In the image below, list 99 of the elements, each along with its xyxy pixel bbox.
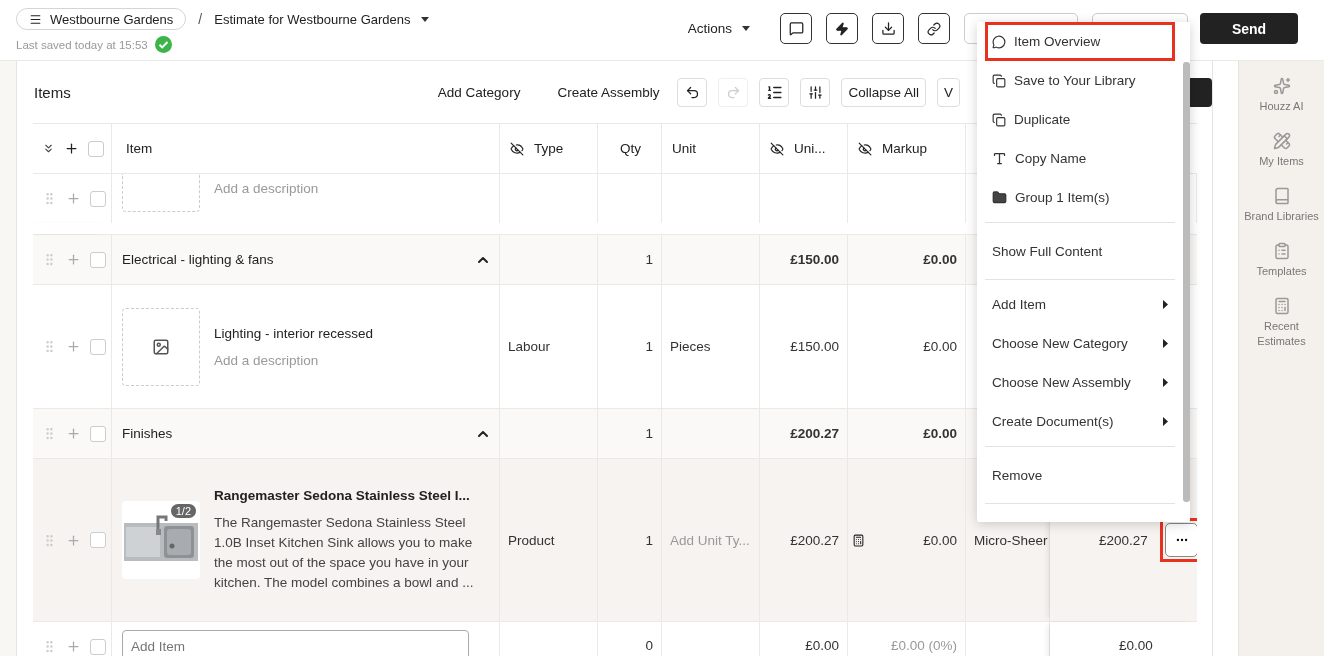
image-placeholder[interactable] [122, 307, 200, 386]
category-name: Finishes [122, 426, 173, 441]
column-header[interactable]: Type [534, 141, 564, 156]
collapse-icon[interactable] [42, 142, 55, 155]
menu-item[interactable]: Item Overview [985, 22, 1175, 61]
speech-bubble-icon [992, 34, 1006, 49]
toolbar-button[interactable]: V [937, 77, 960, 107]
markup-cell: £0.00 [923, 532, 957, 548]
project-button[interactable]: Westbourne Gardens [16, 8, 187, 30]
submenu-arrow-icon [1163, 339, 1168, 348]
sidebar-item[interactable]: My Items [1241, 132, 1322, 169]
submenu-arrow-icon [1163, 300, 1168, 309]
column-header[interactable]: Qty [620, 141, 641, 156]
column-header[interactable]: Unit [672, 141, 696, 156]
qty-cell: 1 [645, 532, 653, 548]
checkbox[interactable] [90, 532, 106, 548]
submenu-arrow-icon [1163, 378, 1168, 387]
sliders-button[interactable] [800, 77, 831, 107]
toolbar-button[interactable]: Collapse All [841, 77, 926, 107]
calculator-icon[interactable] [852, 533, 865, 547]
save-status: Last saved today at 15:53 [16, 38, 148, 51]
type-cell: Labour [508, 339, 551, 354]
markup-cell: £0.00 (0%) [890, 638, 957, 653]
image-icon [152, 337, 170, 356]
qty-cell: 1 [645, 339, 653, 354]
calculator-icon [1272, 297, 1291, 315]
eye-off-icon[interactable] [770, 141, 784, 156]
breadcrumb-separator: / [198, 11, 203, 27]
column-header[interactable]: Uni... [794, 141, 826, 156]
text-icon [992, 151, 1007, 166]
add-item-field[interactable]: Add Item [122, 630, 469, 656]
download-icon [880, 21, 896, 36]
book-icon [1272, 187, 1291, 205]
line-spacing-button[interactable] [759, 77, 790, 107]
qty-cell: 0 [645, 638, 653, 653]
download-button[interactable] [872, 13, 904, 44]
checkbox[interactable] [90, 251, 106, 268]
markup-cell: £0.00 [923, 252, 957, 267]
markup-cell: £0.00 [923, 339, 957, 354]
sidebar-item[interactable]: Brand Libraries [1241, 187, 1322, 224]
copy-icon [992, 112, 1006, 127]
caret-icon [742, 26, 750, 31]
actions-dropdown[interactable]: Actions [681, 20, 756, 37]
checkbox[interactable] [90, 190, 106, 207]
send-button[interactable]: Send [1200, 13, 1298, 44]
sidebar-item[interactable]: Recent Estimates [1241, 297, 1322, 349]
sparkles-icon [1272, 77, 1291, 95]
checkbox[interactable] [90, 338, 106, 355]
qty-cell: 1 [645, 252, 653, 267]
menu-icon [29, 12, 42, 26]
checkbox[interactable] [90, 638, 106, 655]
total-cell: £200.27 [1099, 532, 1148, 548]
sliders-icon [807, 84, 823, 100]
selected-row[interactable] [33, 459, 1197, 622]
document-dropdown[interactable]: Estimate for Westbourne Gardens [214, 11, 429, 27]
comment-button[interactable] [780, 13, 812, 44]
section-title: Items [34, 83, 72, 101]
eye-off-icon[interactable] [858, 141, 872, 156]
type-cell: Product [508, 532, 555, 548]
unit-price-cell: £0.00 [805, 638, 839, 653]
line-spacing-icon [765, 83, 783, 101]
unit-price-cell: £200.27 [790, 426, 839, 441]
markup-cell: £0.00 [923, 426, 957, 441]
qty-cell: 1 [645, 426, 653, 441]
unit-price-cell: £150.00 [790, 252, 839, 267]
column-header[interactable]: Markup [882, 141, 927, 156]
eye-off-icon[interactable] [510, 141, 524, 156]
clipboard-icon [1272, 242, 1291, 260]
copy-icon [992, 73, 1006, 88]
item-description: The Rangemaster Sedona Stainless Steel 1.0B Inset Kitchen Sink allows you to make the most out of the space you have in your kitchen. The model combines a bowl and ... [214, 513, 475, 592]
total-cell: £0.00 [1119, 638, 1153, 653]
undo-icon [684, 84, 700, 100]
link-icon [927, 21, 941, 36]
speech-bubble-icon [788, 21, 804, 36]
redo-icon [725, 84, 741, 100]
unit-cell: Pieces [670, 339, 711, 354]
item-name: Lighting - interior recessed [214, 325, 374, 341]
scrollbar[interactable] [1183, 62, 1190, 502]
lightning-icon [835, 21, 849, 36]
image-placeholder[interactable] [122, 174, 200, 212]
category-name: Electrical - lighting & fans [122, 252, 274, 267]
undo-button[interactable] [677, 77, 708, 107]
column-header[interactable]: Item [126, 141, 153, 156]
sidebar-item[interactable]: Houzz AI [1241, 77, 1322, 114]
add-icon[interactable] [64, 141, 79, 156]
pencil-ruler-icon [1272, 132, 1291, 150]
lightning-button[interactable] [826, 13, 858, 44]
checkbox[interactable] [88, 140, 104, 157]
column-cell: Micro-Sheer [974, 532, 1048, 548]
unit-price-cell: £200.27 [790, 532, 839, 548]
checkbox[interactable] [90, 425, 106, 442]
link-button[interactable] [918, 13, 950, 44]
caret-icon [420, 16, 429, 22]
unit-price-cell: £150.00 [790, 339, 839, 354]
check-icon [154, 36, 172, 53]
item-name: Rangemaster Sedona Stainless Steel I... [214, 487, 471, 503]
folder-icon [992, 190, 1007, 205]
submenu-arrow-icon [1163, 417, 1168, 426]
sidebar-item[interactable]: Templates [1241, 242, 1322, 279]
